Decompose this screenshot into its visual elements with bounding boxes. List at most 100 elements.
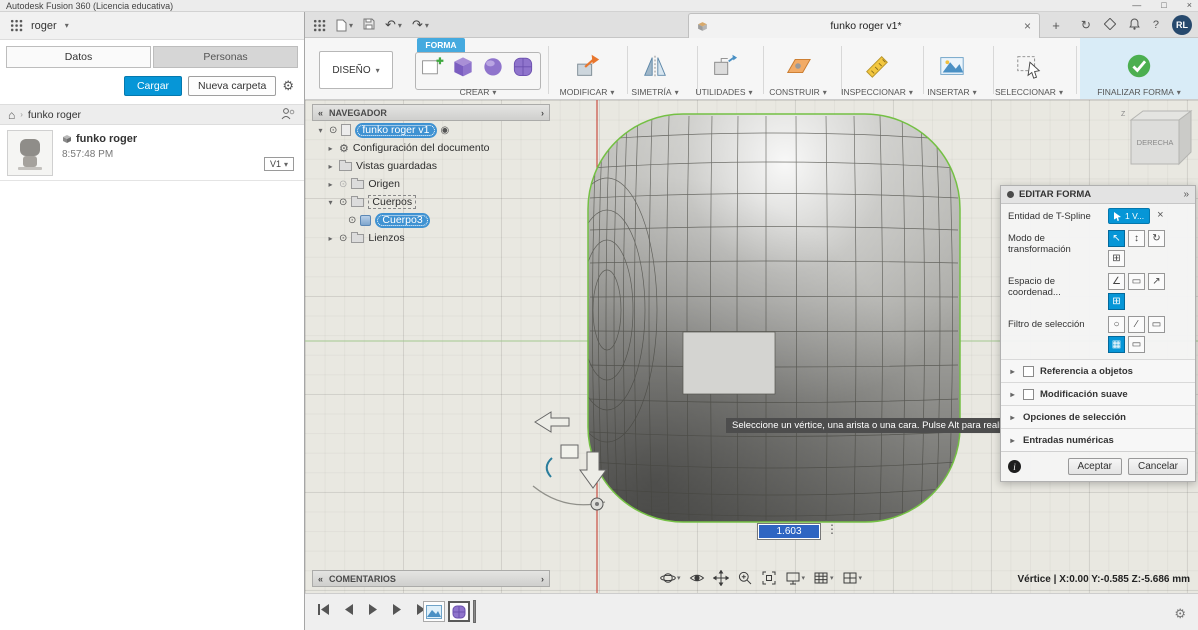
collapse-panel-icon[interactable]: «: [318, 108, 323, 118]
maximize-button[interactable]: □: [1161, 1, 1166, 10]
timeline-settings-icon[interactable]: ⚙: [1174, 606, 1186, 622]
create-sphere-icon[interactable]: [480, 53, 506, 84]
new-tab-button[interactable]: +: [1047, 16, 1065, 34]
app-grid-icon[interactable]: [10, 19, 23, 32]
tree-label[interactable]: Vistas guardadas: [356, 160, 437, 172]
dialog-header[interactable]: EDITAR FORMA »: [1001, 186, 1195, 204]
expand-icon[interactable]: ▸: [326, 234, 335, 243]
coord-space-world[interactable]: ∠: [1108, 273, 1125, 290]
file-menu-icon[interactable]: ▾: [336, 19, 353, 32]
tree-label[interactable]: Lienzos: [368, 232, 404, 244]
show-data-panel-icon[interactable]: [313, 19, 326, 32]
filter-face[interactable]: ▭: [1148, 316, 1165, 333]
visibility-eye-icon[interactable]: ⊙: [329, 125, 337, 136]
coord-space-selection[interactable]: ⊞: [1108, 293, 1125, 310]
selected-face[interactable]: [683, 332, 775, 394]
mirror-icon[interactable]: [641, 52, 669, 85]
create-quadball-icon[interactable]: [510, 53, 536, 84]
visibility-eye-icon[interactable]: ⊙: [348, 215, 356, 226]
construct-plane-icon[interactable]: [784, 52, 812, 85]
tree-row-origin[interactable]: ▸ ⊙ Origen: [312, 175, 550, 193]
pan-button[interactable]: [710, 569, 732, 587]
edit-form-icon[interactable]: [573, 52, 601, 85]
tree-row-bodies[interactable]: ▾ ⊙ Cuerpos: [312, 193, 550, 211]
timeline-play-button[interactable]: [367, 603, 379, 621]
visibility-eye-icon[interactable]: ⊙: [339, 197, 347, 208]
orbit-button[interactable]: ▾: [657, 569, 684, 587]
breadcrumb-project[interactable]: funko roger: [28, 109, 81, 121]
tab-datos[interactable]: Datos: [6, 46, 151, 68]
timeline-position-marker[interactable]: [473, 600, 476, 623]
user-avatar[interactable]: RL: [1172, 15, 1192, 35]
document-tab-active[interactable]: funko roger v1* ×: [688, 13, 1040, 38]
tspline-selection-chip[interactable]: 1 V...: [1108, 208, 1150, 224]
expand-icon[interactable]: ▸: [326, 144, 335, 153]
workspace-selector[interactable]: DISEÑO ▾: [319, 51, 393, 89]
look-at-button[interactable]: [686, 569, 708, 587]
insert-image-icon[interactable]: [938, 52, 966, 85]
viewcube-face-label[interactable]: DERECHA: [1137, 138, 1174, 147]
version-badge[interactable]: V1 ▾: [264, 157, 294, 171]
tspline-body[interactable]: [557, 114, 960, 522]
collaborators-icon[interactable]: [280, 107, 296, 123]
offset-value-input[interactable]: 1.603: [757, 523, 821, 540]
grid-snaps-button[interactable]: ▾: [810, 569, 837, 587]
section-object-snap[interactable]: ▸ Referencia a objetos: [1001, 359, 1195, 382]
timeline-canvas-feature[interactable]: [423, 601, 445, 622]
expand-icon[interactable]: ▾: [326, 198, 335, 207]
undo-icon[interactable]: ↶ ▾: [385, 17, 402, 33]
filter-vertex[interactable]: ○: [1108, 316, 1125, 333]
help-icon[interactable]: ?: [1153, 19, 1159, 31]
transform-mode-rotate[interactable]: ↻: [1148, 230, 1165, 247]
clear-selection-icon[interactable]: ×: [1157, 208, 1163, 221]
coord-space-view[interactable]: ▭: [1128, 273, 1145, 290]
minimize-button[interactable]: —: [1132, 1, 1141, 10]
filter-edge[interactable]: ∕: [1128, 316, 1145, 333]
translate-left-arrow[interactable]: [535, 412, 569, 432]
transform-mode-multi[interactable]: ⊞: [1108, 250, 1125, 267]
panel-expand-icon[interactable]: ›: [541, 108, 544, 118]
section-soft-modification[interactable]: ▸ Modificación suave: [1001, 382, 1195, 405]
section-numeric-inputs[interactable]: ▸ Entradas numéricas: [1001, 428, 1195, 451]
dialog-expand-icon[interactable]: »: [1183, 189, 1189, 200]
accept-button[interactable]: Aceptar: [1068, 458, 1122, 475]
context-tab-forma[interactable]: FORMA: [417, 38, 465, 52]
fit-button[interactable]: [758, 569, 780, 587]
viewcube[interactable]: Z DERECHA: [1117, 106, 1197, 172]
utilities-icon[interactable]: [710, 52, 738, 85]
tree-label[interactable]: Configuración del documento: [353, 142, 490, 154]
expand-icon[interactable]: ▾: [316, 126, 325, 135]
home-icon[interactable]: ⌂: [8, 108, 15, 122]
job-status-icon[interactable]: ↻: [1081, 18, 1091, 32]
expand-icon[interactable]: ▸: [326, 180, 335, 189]
project-file-card[interactable]: funko roger 8:57:48 PM V1 ▾: [0, 125, 304, 181]
timeline-step-forward-button[interactable]: [391, 603, 403, 621]
visibility-eye-icon[interactable]: ⊙: [339, 233, 347, 244]
rotate-handle-blue[interactable]: [547, 458, 552, 477]
display-settings-button[interactable]: ▾: [782, 569, 809, 587]
save-icon[interactable]: [363, 18, 375, 33]
visibility-eye-icon[interactable]: ⊙: [339, 179, 347, 190]
tree-label-root[interactable]: funko roger v1: [355, 123, 436, 138]
transform-mode-translate[interactable]: ↖: [1108, 230, 1125, 247]
team-menu-caret-icon[interactable]: ▾: [65, 21, 69, 30]
section-selection-options[interactable]: ▸ Opciones de selección: [1001, 405, 1195, 428]
info-icon[interactable]: i: [1008, 460, 1021, 473]
select-icon[interactable]: [1015, 52, 1043, 85]
extensions-icon[interactable]: [1104, 18, 1116, 33]
new-folder-button[interactable]: Nueva carpeta: [188, 76, 276, 96]
cancel-button[interactable]: Cancelar: [1128, 458, 1188, 475]
input-drag-grip[interactable]: ⋮: [826, 522, 837, 536]
tree-row-saved-views[interactable]: ▸ Vistas guardadas: [312, 157, 550, 175]
redo-icon[interactable]: ↷ ▾: [412, 17, 429, 33]
notifications-bell-icon[interactable]: [1129, 18, 1140, 33]
tree-row-body3[interactable]: ⊙ Cuerpo3: [312, 211, 550, 229]
new-form-icon[interactable]: [420, 53, 446, 84]
close-button[interactable]: ×: [1187, 1, 1192, 10]
tree-label[interactable]: Origen: [368, 178, 400, 190]
tree-row-canvases[interactable]: ▸ ⊙ Lienzos: [312, 229, 550, 247]
transform-mode-axis[interactable]: ↕: [1128, 230, 1145, 247]
finish-form-icon[interactable]: [1125, 52, 1153, 85]
data-panel-settings-icon[interactable]: ⚙: [282, 78, 294, 94]
coord-space-local[interactable]: ↗: [1148, 273, 1165, 290]
